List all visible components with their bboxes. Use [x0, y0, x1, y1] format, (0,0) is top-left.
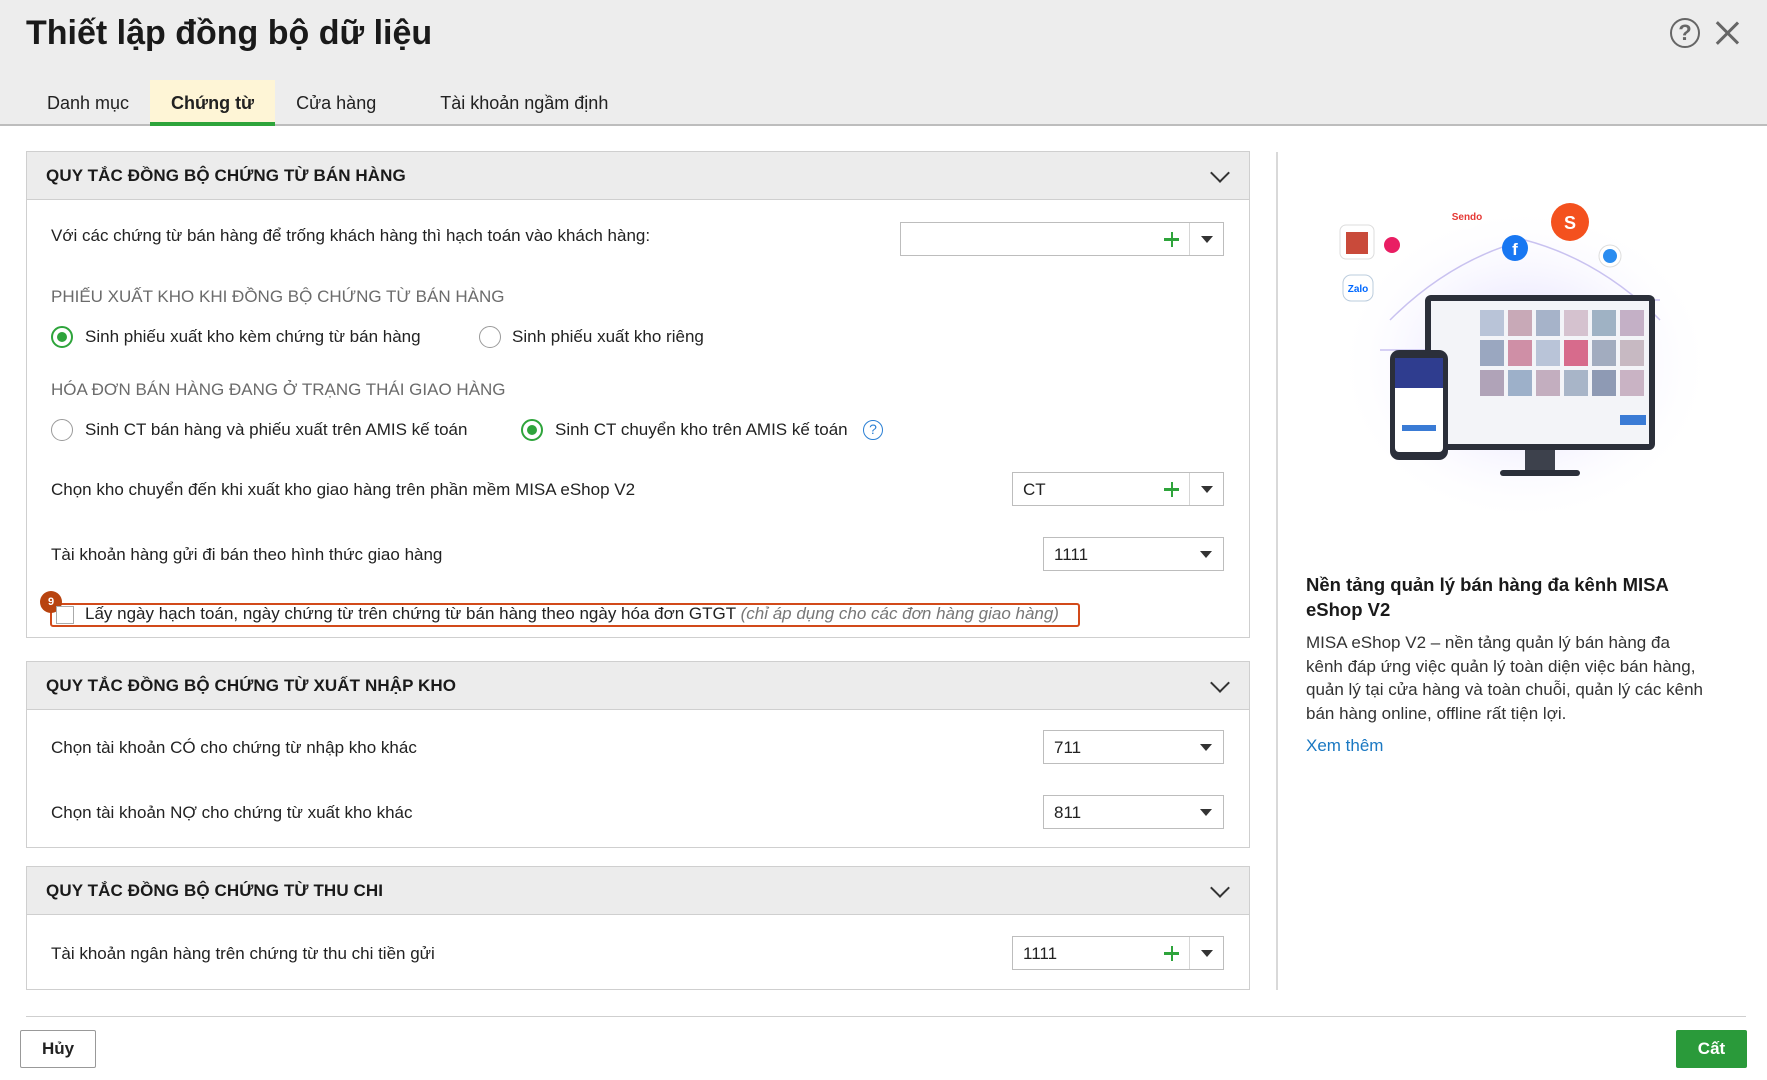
combo-value: 1111: [1023, 944, 1058, 963]
help-icon[interactable]: ?: [1670, 18, 1700, 48]
dropdown-arrow-icon[interactable]: [1189, 473, 1223, 505]
warehouse-section-header[interactable]: QUY TẮC ĐỒNG BỘ CHỨNG TỪ XUẤT NHẬP KHO: [27, 662, 1249, 710]
see-more-link[interactable]: Xem thêm: [1306, 736, 1383, 756]
consign-account-combo[interactable]: 1111: [1043, 537, 1224, 571]
sendo-logo: Sendo: [1452, 212, 1483, 223]
cash-section-header[interactable]: QUY TẮC ĐỒNG BỘ CHỨNG TỪ THU CHI: [27, 867, 1249, 915]
question-circle-icon[interactable]: ?: [863, 420, 883, 440]
combo-value: 811: [1054, 803, 1082, 822]
vertical-divider: [1276, 152, 1278, 990]
date-checkbox-label-wrap: Lấy ngày hạch toán, ngày chứng từ trên c…: [85, 604, 1059, 624]
promo-description: MISA eShop V2 – nền tảng quản lý bán hàn…: [1306, 633, 1703, 723]
radio-issue-with-sales[interactable]: [51, 326, 73, 348]
dialog-header: Thiết lập đồng bộ dữ liệu ? Danh mục Chứ…: [0, 0, 1767, 126]
combo-value: CT: [1023, 480, 1046, 499]
bank-account-combo[interactable]: 1111: [1012, 936, 1224, 970]
dropdown-arrow-icon[interactable]: [1189, 796, 1223, 828]
radio-transfer-warehouse[interactable]: [521, 419, 543, 441]
svg-text:f: f: [1512, 240, 1518, 259]
radio-label: Sinh CT bán hàng và phiếu xuất trên AMIS…: [85, 420, 468, 439]
close-icon[interactable]: [1710, 16, 1744, 50]
tab-cua-hang[interactable]: Cửa hàng: [275, 80, 397, 126]
section-title: QUY TẮC ĐỒNG BỘ CHỨNG TỪ XUẤT NHẬP KHO: [46, 676, 457, 695]
transfer-warehouse-combo[interactable]: CT: [1012, 472, 1224, 506]
empty-customer-combo[interactable]: [900, 222, 1224, 256]
tab-bar: Danh mục Chứng từ Cửa hàng Tài khoản ngầ…: [26, 80, 629, 126]
chevron-down-icon[interactable]: [1210, 878, 1230, 898]
radio-label: Sinh phiếu xuất kho riêng: [512, 327, 704, 346]
save-button[interactable]: Cất: [1676, 1030, 1747, 1068]
credit-account-label: Chọn tài khoản CÓ cho chứng từ nhập kho …: [51, 738, 417, 757]
footer-divider: [26, 1016, 1746, 1017]
radio-label: Sinh phiếu xuất kho kèm chứng từ bán hàn…: [85, 327, 421, 346]
sales-section-header[interactable]: QUY TẮC ĐỒNG BỘ CHỨNG TỪ BÁN HÀNG: [27, 152, 1249, 200]
credit-account-combo[interactable]: 711: [1043, 730, 1224, 764]
radio-issue-separate[interactable]: [479, 326, 501, 348]
tab-danh-muc[interactable]: Danh mục: [26, 80, 150, 126]
chevron-down-icon[interactable]: [1210, 673, 1230, 693]
tab-tai-khoan-ngam-dinh[interactable]: Tài khoản ngầm định: [419, 80, 629, 126]
cash-sync-section: QUY TẮC ĐỒNG BỘ CHỨNG TỪ THU CHI: [26, 866, 1250, 990]
date-checkbox-label: Lấy ngày hạch toán, ngày chứng từ trên c…: [85, 604, 736, 623]
dialog-title: Thiết lập đồng bộ dữ liệu: [26, 14, 433, 52]
dropdown-arrow-icon[interactable]: [1189, 538, 1223, 570]
add-icon[interactable]: [1155, 473, 1189, 505]
eshop-illustration: Sendo S f Zalo: [1335, 201, 1710, 525]
radio-sales-and-issue[interactable]: [51, 419, 73, 441]
dropdown-arrow-icon[interactable]: [1189, 937, 1223, 969]
promo-title: Nền tảng quản lý bán hàng đa kênh MISA e…: [1306, 574, 1669, 620]
debit-account-combo[interactable]: 811: [1043, 795, 1224, 829]
svg-text:S: S: [1564, 213, 1576, 233]
bank-account-label: Tài khoản ngân hàng trên chứng từ thu ch…: [51, 944, 435, 963]
date-checkbox-note: (chỉ áp dụng cho các đơn hàng giao hàng): [740, 604, 1059, 623]
add-icon[interactable]: [1155, 223, 1189, 255]
combo-value: 1111: [1054, 545, 1089, 564]
date-by-invoice-checkbox[interactable]: [56, 606, 74, 624]
section-title: QUY TẮC ĐỒNG BỘ CHỨNG TỪ THU CHI: [46, 881, 384, 900]
zalo-logo: Zalo: [1348, 284, 1369, 295]
issue-note-heading: PHIẾU XUẤT KHO KHI ĐỒNG BỘ CHỨNG TỪ BÁN …: [51, 287, 505, 306]
section-title: QUY TẮC ĐỒNG BỘ CHỨNG TỪ BÁN HÀNG: [46, 166, 406, 185]
add-icon[interactable]: [1155, 937, 1189, 969]
dropdown-arrow-icon[interactable]: [1189, 731, 1223, 763]
chevron-down-icon[interactable]: [1210, 163, 1230, 183]
dropdown-arrow-icon[interactable]: [1189, 223, 1223, 255]
debit-account-label: Chọn tài khoản NỢ cho chứng từ xuất kho …: [51, 803, 413, 822]
empty-customer-label: Với các chứng từ bán hàng để trống khách…: [51, 226, 651, 245]
tab-chung-tu[interactable]: Chứng từ: [150, 80, 276, 126]
delivery-heading: HÓA ĐƠN BÁN HÀNG ĐANG Ở TRẠNG THÁI GIAO …: [51, 380, 506, 399]
sync-settings-dialog: Thiết lập đồng bộ dữ liệu ? Danh mục Chứ…: [0, 0, 1767, 1080]
cancel-button[interactable]: Hủy: [20, 1030, 96, 1068]
combo-value: 711: [1054, 738, 1082, 757]
radio-label: Sinh CT chuyển kho trên AMIS kế toán: [555, 420, 848, 439]
transfer-warehouse-label: Chọn kho chuyển đến khi xuất kho giao hà…: [51, 480, 636, 499]
consign-account-label: Tài khoản hàng gửi đi bán theo hình thức…: [51, 545, 443, 564]
